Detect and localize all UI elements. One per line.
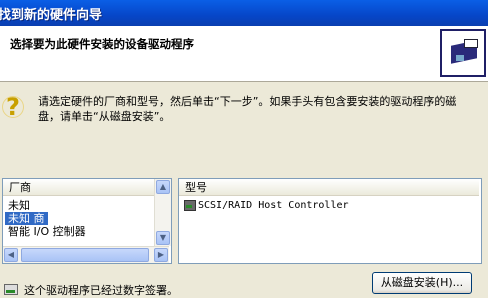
instructions-text: 请选定硬件的厂商和型号，然后单击“下一步”。如果手头有包含要安装的驱动程序的磁盘…: [38, 95, 457, 123]
manufacturer-item-selected[interactable]: 未知 商: [5, 212, 48, 225]
signed-driver-icon: [184, 200, 196, 211]
scroll-up-button[interactable]: ▲: [156, 180, 170, 194]
scroll-down-button[interactable]: ▼: [156, 231, 170, 245]
window-title: 找到新的硬件向导: [0, 8, 103, 23]
wizard-header: 选择要为此硬件安装的设备驱动程序: [0, 26, 488, 82]
hardware-icon: [440, 29, 486, 77]
have-disk-button[interactable]: 从磁盘安装(H)...: [372, 272, 472, 294]
scroll-left-button[interactable]: ◀: [4, 248, 18, 262]
scroll-thumb[interactable]: [21, 248, 149, 262]
model-item-label: SCSI/RAID Host Controller: [198, 200, 349, 211]
model-item[interactable]: SCSI/RAID Host Controller: [184, 200, 349, 211]
title-bar: 找到新的硬件向导: [0, 0, 488, 26]
digital-signature-icon: [4, 284, 18, 295]
model-column-header[interactable]: 型号: [179, 179, 479, 196]
question-icon: ?: [0, 94, 26, 120]
manufacturer-column-header[interactable]: 厂商: [3, 179, 154, 196]
signature-status-text: 这个驱动程序已经过数字签署。: [24, 284, 178, 297]
manufacturer-vertical-scrollbar[interactable]: ▲ ▼: [154, 179, 171, 246]
model-list[interactable]: 型号 SCSI/RAID Host Controller: [178, 178, 482, 264]
manufacturer-list[interactable]: 厂商 未知 未知 商 智能 I/O 控制器 ▲ ▼ ◀ ▶: [2, 178, 172, 264]
manufacturer-horizontal-scrollbar[interactable]: ◀ ▶: [3, 246, 169, 263]
manufacturer-item[interactable]: 智能 I/O 控制器: [5, 225, 89, 238]
page-title: 选择要为此硬件安装的设备驱动程序: [10, 37, 194, 51]
manufacturer-item[interactable]: 未知: [5, 199, 89, 212]
scroll-right-button[interactable]: ▶: [154, 248, 168, 262]
